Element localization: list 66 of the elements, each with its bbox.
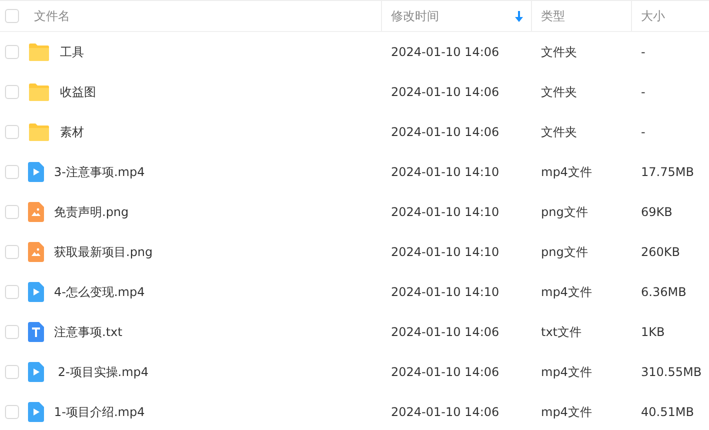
modified-time: 2024-01-10 14:06 [391,85,500,99]
file-size: 1KB [641,325,665,339]
row-checkbox[interactable] [5,165,19,179]
file-size: - [641,85,646,99]
modified-time: 2024-01-10 14:06 [391,45,500,59]
file-type: 文件夹 [541,44,577,58]
row-checkbox[interactable] [5,365,19,379]
file-size: - [641,45,646,59]
modified-time: 2024-01-10 14:10 [391,205,500,219]
file-size: - [641,125,646,139]
select-all-checkbox[interactable] [5,9,19,23]
file-name[interactable]: 免责声明.png [54,204,129,220]
column-header[interactable]: 文件名 [34,8,373,24]
row-checkbox[interactable] [5,125,19,139]
file-size: 310.55MB [641,365,702,379]
file-type: mp4文件 [541,164,592,178]
modified-time: 2024-01-10 14:10 [391,285,500,299]
file-name[interactable]: 收益图 [60,84,96,100]
file-type: png文件 [541,204,588,218]
play-file-icon [28,282,44,302]
file-type: 文件夹 [541,124,577,138]
file-type: 文件夹 [541,84,577,98]
row-checkbox[interactable] [5,205,19,219]
play-file-icon [28,362,44,382]
file-type: mp4文件 [541,404,592,418]
sort-arrow-icon[interactable] [515,10,523,22]
play-file-icon [28,162,44,182]
image-file-icon [28,242,44,262]
file-name[interactable]: 1-项目介绍.mp4 [54,404,145,420]
file-name[interactable]: 工具 [60,44,84,60]
modified-time: 2024-01-10 14:06 [391,405,500,419]
text-file-icon [28,322,44,342]
file-name[interactable]: 素材 [60,124,84,140]
column-header[interactable]: 大小 [641,8,701,24]
folder-icon [28,123,50,141]
modified-time: 2024-01-10 14:10 [391,165,500,179]
modified-time: 2024-01-10 14:06 [391,125,500,139]
file-type: txt文件 [541,324,582,338]
file-name[interactable]: 2-项目实操.mp4 [54,364,149,380]
folder-icon [28,43,50,61]
file-size: 40.51MB [641,405,694,419]
row-checkbox[interactable] [5,85,19,99]
row-checkbox[interactable] [5,245,19,259]
file-size: 260KB [641,245,680,259]
row-checkbox[interactable] [5,45,19,59]
play-file-icon [28,402,44,422]
modified-time: 2024-01-10 14:06 [391,365,500,379]
file-name[interactable]: 注意事项.txt [54,324,122,340]
file-name[interactable]: 获取最新项目.png [54,244,153,260]
modified-time: 2024-01-10 14:06 [391,325,500,339]
folder-icon [28,83,50,101]
row-checkbox[interactable] [5,405,19,419]
modified-time: 2024-01-10 14:10 [391,245,500,259]
row-checkbox[interactable] [5,285,19,299]
file-type: mp4文件 [541,284,592,298]
row-checkbox[interactable] [5,325,19,339]
file-name[interactable]: 3-注意事项.mp4 [54,164,145,180]
column-header[interactable]: 类型 [541,8,623,24]
file-type: png文件 [541,244,588,258]
image-file-icon [28,202,44,222]
file-type: mp4文件 [541,364,592,378]
file-size: 17.75MB [641,165,694,179]
file-size: 69KB [641,205,672,219]
file-size: 6.36MB [641,285,686,299]
file-name[interactable]: 4-怎么变现.mp4 [54,284,145,300]
column-header[interactable]: 修改时间 [391,8,515,24]
